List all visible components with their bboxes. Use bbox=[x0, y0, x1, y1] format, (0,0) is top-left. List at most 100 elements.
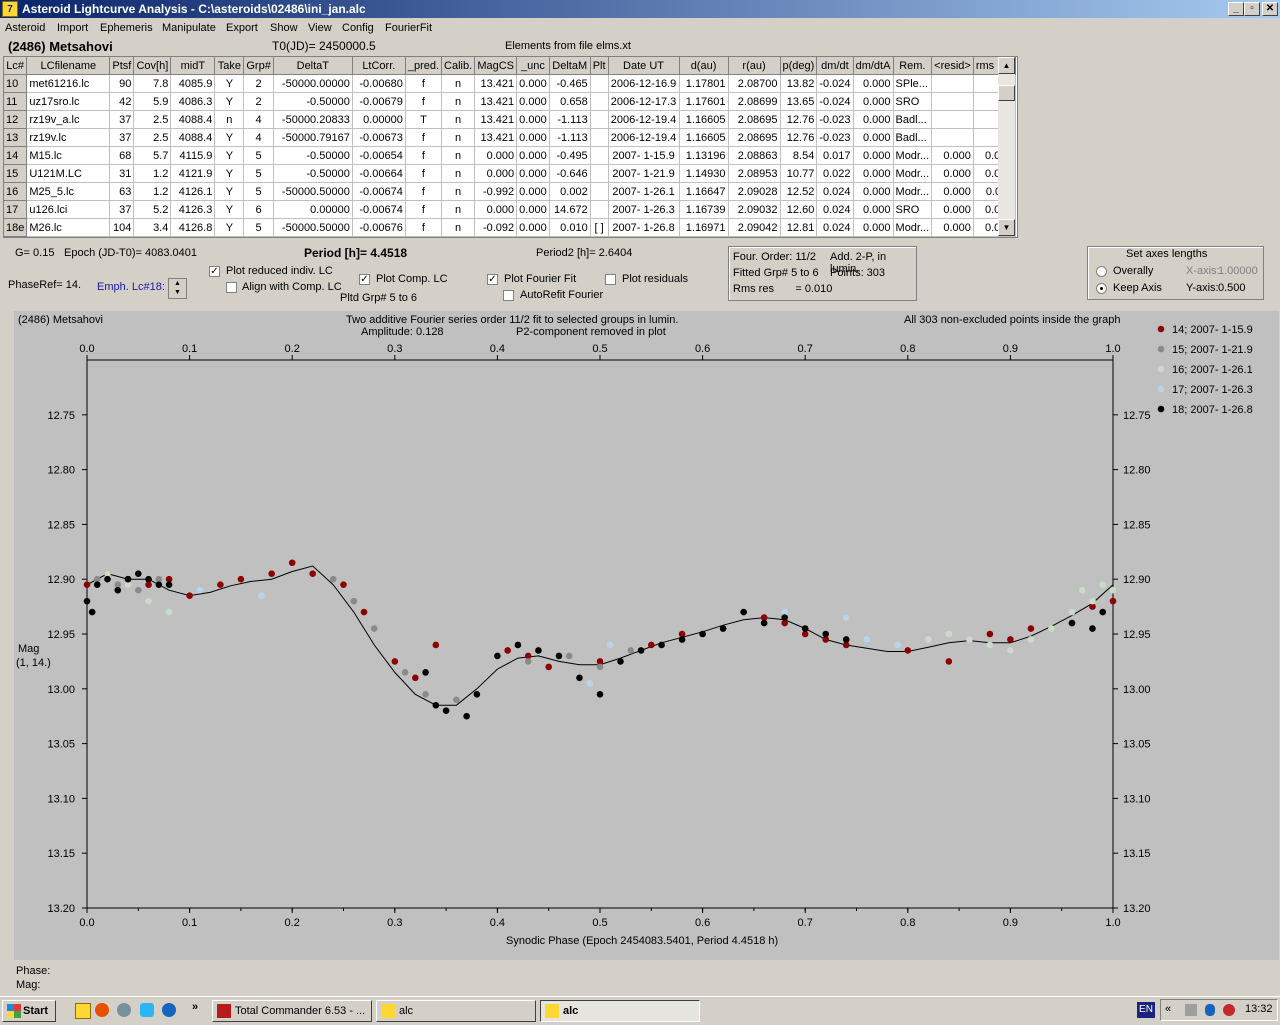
table-cell[interactable]: [ ] bbox=[590, 218, 609, 237]
table-cell[interactable]: n bbox=[441, 146, 476, 165]
table-cell[interactable] bbox=[931, 92, 974, 111]
table-cell[interactable]: -0.00680 bbox=[352, 74, 406, 93]
table-cell[interactable]: 12.60 bbox=[780, 200, 818, 219]
table-cell[interactable]: f bbox=[405, 182, 443, 201]
overally-radio[interactable] bbox=[1096, 266, 1107, 277]
table-cell[interactable]: 13.421 bbox=[474, 74, 518, 93]
table-cell[interactable]: 3.4 bbox=[133, 218, 172, 237]
tray-expand-icon[interactable]: « bbox=[1165, 1003, 1171, 1015]
table-cell[interactable] bbox=[931, 128, 974, 147]
taskbar-item-total-commander[interactable]: Total Commander 6.53 - ... bbox=[212, 1000, 372, 1022]
table-cell[interactable]: 2.5 bbox=[133, 128, 172, 147]
table-cell[interactable]: 4085.9 bbox=[170, 74, 216, 93]
table-cell[interactable]: 4088.4 bbox=[170, 128, 216, 147]
table-cell[interactable]: -0.465 bbox=[549, 74, 591, 93]
table-cell[interactable]: 0.000 bbox=[474, 146, 518, 165]
table-cell[interactable]: SRO bbox=[893, 92, 933, 111]
menu-view[interactable]: View bbox=[308, 22, 332, 34]
table-cell[interactable]: 5 bbox=[243, 164, 274, 183]
plot-fourier-checkbox[interactable]: ✓ bbox=[487, 274, 498, 285]
column-header[interactable]: p(deg) bbox=[780, 57, 818, 75]
table-cell[interactable]: 37 bbox=[109, 128, 135, 147]
menu-asteroid[interactable]: Asteroid bbox=[5, 22, 45, 34]
table-cell[interactable]: 2007- 1-21.9 bbox=[608, 164, 680, 183]
table-cell[interactable]: 2.08700 bbox=[728, 74, 781, 93]
table-cell[interactable]: 0.024 bbox=[816, 200, 854, 219]
table-cell[interactable]: Y bbox=[214, 164, 245, 183]
table-cell[interactable] bbox=[590, 92, 609, 111]
table-cell[interactable]: 4088.4 bbox=[170, 110, 216, 129]
table-cell[interactable]: -0.023 bbox=[816, 128, 854, 147]
table-cell[interactable]: n bbox=[214, 110, 245, 129]
table-cell[interactable]: -1.113 bbox=[549, 128, 591, 147]
table-cell[interactable]: U121M.LC bbox=[26, 164, 111, 183]
table-cell[interactable]: 4 bbox=[243, 128, 274, 147]
column-header[interactable]: dm/dt bbox=[816, 57, 854, 75]
table-cell[interactable]: -0.00673 bbox=[352, 128, 406, 147]
table-cell[interactable]: 0.000 bbox=[853, 128, 894, 147]
table-cell[interactable]: 1.2 bbox=[133, 164, 172, 183]
table-cell[interactable]: 12.76 bbox=[780, 128, 818, 147]
table-cell[interactable]: 1.16971 bbox=[679, 218, 729, 237]
table-cell[interactable]: 5 bbox=[243, 146, 274, 165]
lightcurve-plot[interactable]: 0.0 0.0 0.1 0.1 0.2 0.2 0.3 0.3 0.4 0.4 0.5 0.5 0.6 0… bbox=[14, 311, 1279, 960]
close-button[interactable]: ✕ bbox=[1262, 2, 1278, 16]
column-header[interactable]: Take bbox=[214, 57, 245, 75]
table-cell[interactable]: 2.08695 bbox=[728, 110, 781, 129]
table-cell[interactable]: 4086.3 bbox=[170, 92, 216, 111]
table-cell[interactable]: 0.000 bbox=[516, 182, 550, 201]
table-cell[interactable]: 42 bbox=[109, 92, 135, 111]
column-header[interactable]: DeltaT bbox=[273, 57, 353, 75]
table-cell[interactable]: 0.000 bbox=[931, 218, 974, 237]
table-cell[interactable] bbox=[590, 200, 609, 219]
ie-icon[interactable] bbox=[162, 1003, 176, 1017]
table-cell[interactable]: 2007- 1-26.1 bbox=[608, 182, 680, 201]
table-cell[interactable]: f bbox=[405, 128, 443, 147]
table-cell[interactable]: 2006-12-19.4 bbox=[608, 128, 680, 147]
table-row[interactable]: 18e M26.lc 104 3.4 4126.8 Y 5 -50000.50000 -0.00… bbox=[4, 218, 1016, 237]
table-cell[interactable]: -50000.00000 bbox=[273, 74, 353, 93]
column-header[interactable]: Grp# bbox=[243, 57, 274, 75]
table-cell[interactable]: 5 bbox=[243, 182, 274, 201]
table-cell[interactable]: 2007- 1-15.9 bbox=[608, 146, 680, 165]
table-cell[interactable]: Y bbox=[214, 92, 245, 111]
table-cell[interactable]: rz19v_a.lc bbox=[26, 110, 111, 129]
table-cell[interactable]: 2.09028 bbox=[728, 182, 781, 201]
table-cell[interactable]: 5.7 bbox=[133, 146, 172, 165]
table-cell[interactable]: 2.09042 bbox=[728, 218, 781, 237]
menu-ephemeris[interactable]: Ephemeris bbox=[100, 22, 153, 34]
column-header[interactable]: LtCorr. bbox=[352, 57, 406, 75]
table-cell[interactable]: 0.000 bbox=[516, 146, 550, 165]
table-cell[interactable]: 14.672 bbox=[549, 200, 591, 219]
table-cell[interactable]: 2.08863 bbox=[728, 146, 781, 165]
table-cell[interactable]: 0.002 bbox=[549, 182, 591, 201]
table-cell[interactable]: Y bbox=[214, 182, 245, 201]
table-cell[interactable]: -0.00674 bbox=[352, 200, 406, 219]
period2-value[interactable]: Period2 [h]= 2.6404 bbox=[536, 247, 632, 259]
table-cell[interactable]: -0.023 bbox=[816, 110, 854, 129]
table-cell[interactable]: 68 bbox=[109, 146, 135, 165]
table-cell[interactable]: 2006-12-19.4 bbox=[608, 110, 680, 129]
table-cell[interactable]: -0.50000 bbox=[273, 92, 353, 111]
column-header[interactable]: MagCS bbox=[474, 57, 518, 75]
keep-axis-radio[interactable] bbox=[1096, 283, 1107, 294]
column-header[interactable]: <resid> bbox=[931, 57, 974, 75]
table-cell[interactable]: -0.50000 bbox=[273, 146, 353, 165]
row-number[interactable]: 11 bbox=[4, 92, 28, 111]
lightcurve-table[interactable]: Lc# LCfilename Ptsf Cov[h] midT Take Grp# Delta… bbox=[3, 56, 1018, 238]
row-number[interactable]: 12 bbox=[4, 110, 28, 129]
firefox-icon[interactable] bbox=[95, 1003, 109, 1017]
table-cell[interactable]: -50000.50000 bbox=[273, 218, 353, 237]
table-cell[interactable]: 10.77 bbox=[780, 164, 818, 183]
column-header[interactable]: Rem. bbox=[893, 57, 933, 75]
table-cell[interactable]: 1.14930 bbox=[679, 164, 729, 183]
table-cell[interactable]: -0.992 bbox=[474, 182, 518, 201]
table-cell[interactable]: n bbox=[441, 92, 476, 111]
table-cell[interactable]: M15.lc bbox=[26, 146, 111, 165]
network-icon[interactable] bbox=[1185, 1004, 1197, 1016]
table-cell[interactable]: 0.000 bbox=[516, 218, 550, 237]
table-cell[interactable]: 0.000 bbox=[931, 164, 974, 183]
table-cell[interactable]: -50000.79167 bbox=[273, 128, 353, 147]
column-header[interactable]: Plt bbox=[590, 57, 609, 75]
taskbar-item-alc-2[interactable]: alc bbox=[540, 1000, 700, 1022]
